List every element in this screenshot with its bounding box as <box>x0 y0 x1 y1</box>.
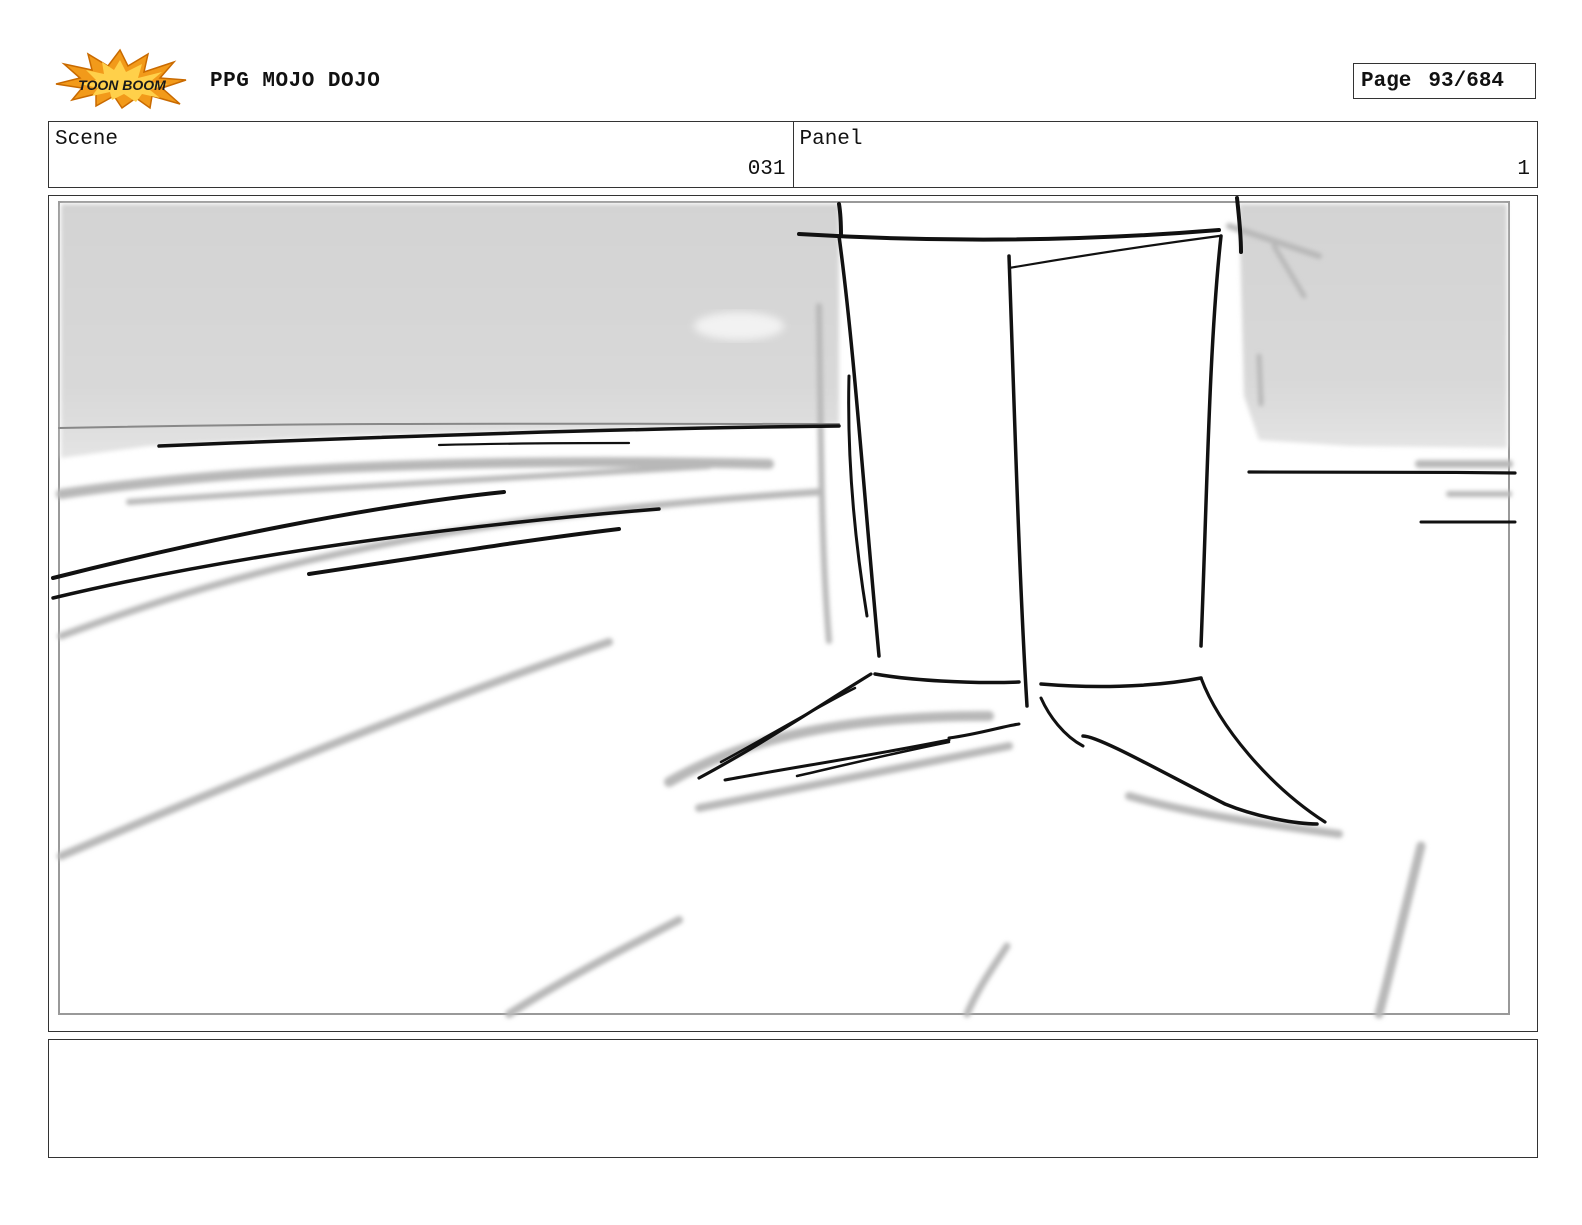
toon-boom-logo: TOON BOOM <box>55 48 187 110</box>
page-label: Page <box>1361 69 1412 93</box>
document-title: PPG MOJO DOJO <box>210 70 381 93</box>
scene-label: Scene <box>55 128 119 151</box>
panel-notes-box <box>48 1039 1538 1158</box>
panel-sketch <box>51 196 1517 1019</box>
page-number: 93/684 <box>1428 69 1505 93</box>
scene-number: 031 <box>747 158 786 181</box>
scene-cell: Scene 031 <box>49 122 793 187</box>
panel-cell: Panel 1 <box>792 122 1538 187</box>
panel-label: Panel <box>799 128 863 151</box>
storyboard-panel <box>48 195 1538 1032</box>
scene-panel-info: Scene 031 Panel 1 <box>48 121 1538 188</box>
logo-text: TOON BOOM <box>78 77 166 93</box>
page-counter: Page 93/684 <box>1353 63 1536 99</box>
panel-number: 1 <box>1517 158 1530 181</box>
